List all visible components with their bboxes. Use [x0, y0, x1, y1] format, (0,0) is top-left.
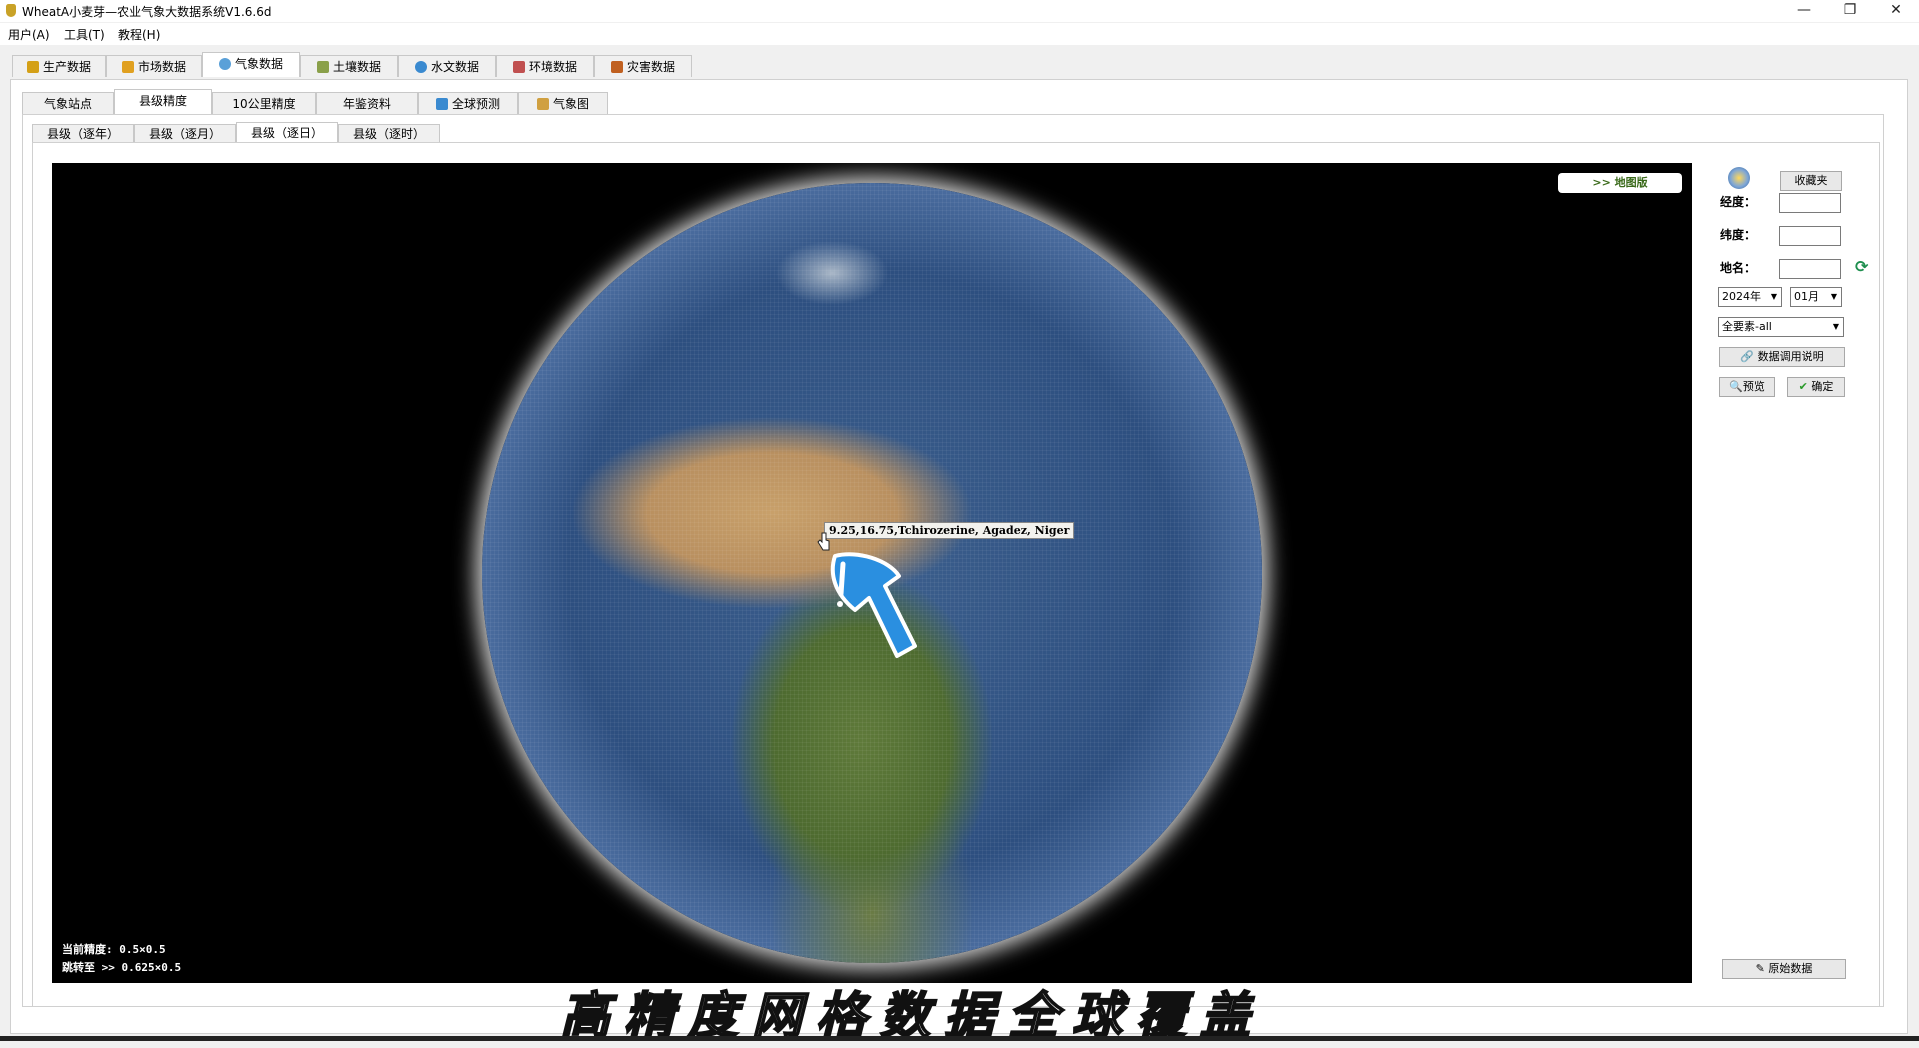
close-button[interactable]: ✕	[1873, 0, 1919, 22]
blue-pointer-arrow-icon	[830, 552, 917, 658]
tab-weather-map[interactable]: 气象图	[518, 92, 608, 114]
tab-county-monthly[interactable]: 县级（逐月）	[134, 124, 236, 143]
soil-icon	[316, 61, 329, 73]
menu-tools[interactable]: 工具(T)	[64, 26, 105, 43]
jump-to-accuracy-link[interactable]: 跳转至 >> 0.625×0.5	[62, 959, 181, 977]
cloud-icon	[218, 58, 231, 70]
current-accuracy: 当前精度: 0.5×0.5	[62, 943, 166, 956]
globe-map-view[interactable]: >> 地图版 9.25,16.75,Tchirozerine, Agadez, …	[52, 163, 1692, 983]
year-select[interactable]: 2024年 ▼	[1718, 287, 1782, 307]
disaster-icon	[610, 61, 623, 73]
refresh-icon[interactable]: ⟳	[1855, 259, 1871, 275]
menu-user[interactable]: 用户(A)	[8, 26, 50, 43]
element-select[interactable]: 全要素-all ▼	[1718, 317, 1844, 337]
bottom-border	[0, 1036, 1919, 1041]
latitude-input[interactable]	[1779, 226, 1841, 246]
raw-data-button[interactable]: ✎ 原始数据	[1722, 959, 1846, 979]
place-name-label: 地名：	[1720, 261, 1757, 275]
tab-production-data[interactable]: 生产数据	[12, 55, 106, 77]
place-name-input[interactable]	[1779, 259, 1841, 279]
car-icon	[512, 61, 525, 73]
wheat-app-icon	[6, 4, 16, 17]
tab-yearbook[interactable]: 年鉴资料	[316, 92, 418, 114]
restore-button[interactable]: ❐	[1827, 0, 1873, 22]
link-icon: 🔗	[1740, 350, 1755, 363]
preview-button[interactable]: 🔍预览	[1719, 377, 1775, 397]
chart-icon	[435, 98, 448, 110]
wheat-icon	[26, 61, 39, 73]
tab-weather-data[interactable]: 气象数据	[202, 52, 300, 77]
tab-environment-data[interactable]: 环境数据	[496, 55, 594, 77]
latitude-label: 纬度：	[1720, 228, 1757, 242]
tab-hydrology-data[interactable]: 水文数据	[398, 55, 496, 77]
tab-county-precision[interactable]: 县级精度	[114, 89, 212, 114]
tab-county-yearly[interactable]: 县级（逐年）	[32, 124, 134, 143]
hand-cursor-icon	[817, 532, 830, 551]
location-tooltip: 9.25,16.75,Tchirozerine, Agadez, Niger	[824, 522, 1075, 539]
tab-10km-precision[interactable]: 10公里精度	[212, 92, 316, 114]
tab-weather-station[interactable]: 气象站点	[22, 92, 114, 114]
tab-county-daily[interactable]: 县级（逐日）	[236, 122, 338, 143]
accuracy-info: 当前精度: 0.5×0.5 跳转至 >> 0.625×0.5	[62, 941, 181, 977]
favorites-button[interactable]: 收藏夹	[1780, 171, 1842, 191]
map-version-button[interactable]: >> 地图版	[1558, 173, 1682, 193]
title-bar: WheatA小麦芽—农业气象大数据系统V1.6.6d — ❐ ✕	[0, 0, 1919, 22]
longitude-input[interactable]	[1779, 193, 1841, 213]
weather-map-icon	[536, 98, 549, 110]
tab-market-data[interactable]: 市场数据	[106, 55, 202, 77]
water-icon	[414, 61, 427, 73]
window-title: WheatA小麦芽—农业气象大数据系统V1.6.6d	[22, 5, 272, 19]
pen-icon: ✎	[1755, 962, 1765, 975]
menu-bar: 用户(A) 工具(T) 教程(H)	[0, 23, 1919, 45]
tab-global-forecast[interactable]: 全球预测	[418, 92, 518, 114]
tab-disaster-data[interactable]: 灾害数据	[594, 55, 692, 77]
globe-favorite-icon[interactable]	[1728, 167, 1750, 189]
minimize-button[interactable]: —	[1781, 0, 1827, 22]
chevron-down-icon: ▼	[1832, 322, 1839, 331]
menu-tutorial[interactable]: 教程(H)	[118, 26, 160, 43]
chevron-down-icon: ▼	[1770, 292, 1777, 301]
tab-county-hourly[interactable]: 县级（逐时）	[338, 124, 440, 143]
data-help-button[interactable]: 🔗 数据调用说明	[1719, 347, 1845, 367]
magnifier-icon: 🔍	[1729, 380, 1743, 393]
check-icon: ✔	[1798, 380, 1808, 393]
month-select[interactable]: 01月 ▼	[1790, 287, 1842, 307]
confirm-button[interactable]: ✔ 确定	[1787, 377, 1845, 397]
chevron-down-icon: ▼	[1830, 292, 1837, 301]
market-icon	[121, 61, 134, 73]
longitude-label: 经度：	[1720, 195, 1757, 209]
tab-soil-data[interactable]: 土壤数据	[300, 55, 398, 77]
